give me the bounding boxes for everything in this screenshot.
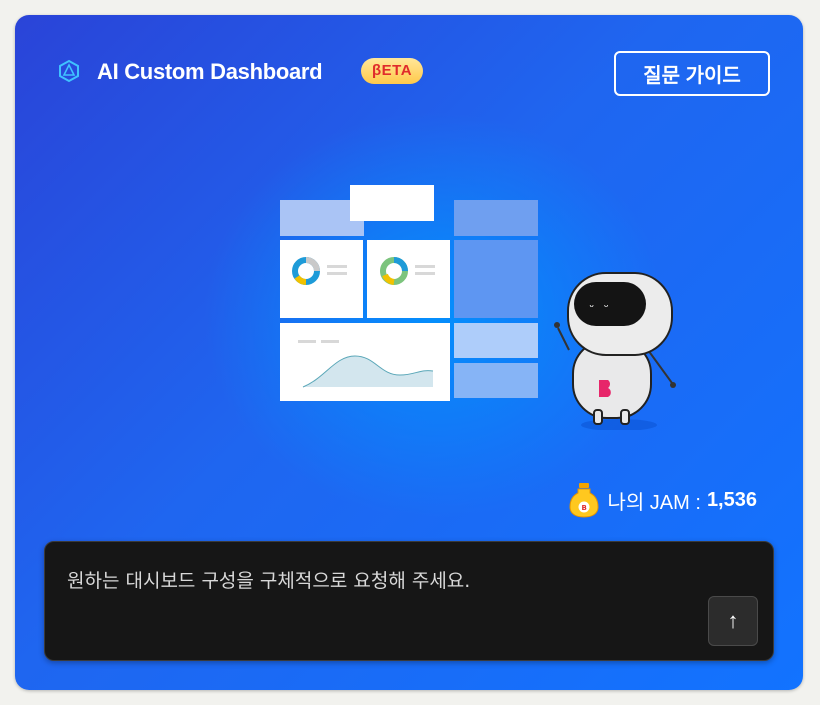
svg-text:ᵕ ᵕ: ᵕ ᵕ: [588, 300, 610, 314]
prompt-input[interactable]: [65, 564, 689, 628]
jam-label: 나의 JAM :: [607, 491, 701, 514]
jam-value: 1,536: [706, 488, 757, 511]
jam-jar-icon: B: [569, 483, 599, 518]
jam-balance: B 나의 JAM : 1,536: [569, 481, 757, 519]
dashboard-robot-illustration: ᵕ ᵕ: [280, 185, 676, 430]
beta-badge: βETA: [361, 58, 424, 84]
dashboard-card: AI Custom Dashboard βETA 질문 가이드 ᵕ ᵕ B 나의…: [15, 15, 803, 690]
prompt-box: ↑: [44, 541, 774, 661]
send-button[interactable]: ↑: [708, 596, 758, 646]
arrow-up-icon: ↑: [727, 608, 739, 633]
ai-logo-icon: [59, 59, 79, 83]
page-title: AI Custom Dashboard: [97, 59, 323, 84]
question-guide-button[interactable]: 질문 가이드: [614, 51, 770, 96]
svg-text:B: B: [582, 504, 587, 512]
